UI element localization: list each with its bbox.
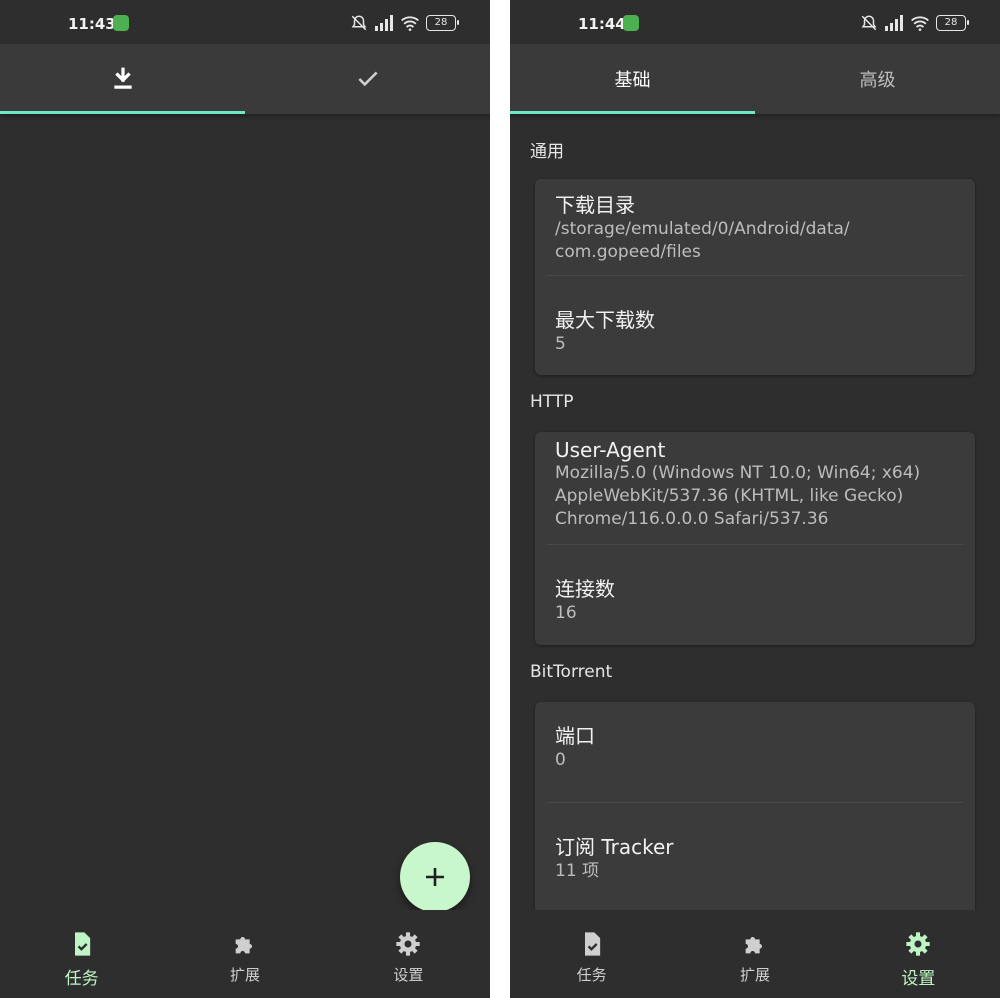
nav-item-settings[interactable]: 设置 <box>327 910 490 998</box>
puzzle-icon <box>745 937 762 954</box>
task-list <box>0 114 490 910</box>
card-bittorrent: 端口 0 订阅 Tracker 11 项 <box>535 702 975 910</box>
settings-tabs: 基础 高级 <box>510 44 1000 114</box>
tab-completed[interactable] <box>245 44 490 114</box>
status-icons: 28 <box>350 14 459 32</box>
section-title-http: HTTP <box>530 392 574 412</box>
tab-advanced[interactable]: 高级 <box>755 44 1000 114</box>
setting-title: 连接数 <box>555 577 615 601</box>
setting-value-line: /storage/emulated/0/Android/data/ <box>555 219 850 239</box>
settings-screen: 11:44 28 基础 高级 通用 下载目录 /storage/emulated… <box>510 0 1000 998</box>
nav-item-settings[interactable]: 设置 <box>837 910 1000 998</box>
setting-value-line: Mozilla/5.0 (Windows NT 10.0; Win64; x64… <box>555 463 921 483</box>
app-notification-icon <box>623 15 639 31</box>
setting-value-line: AppleWebKit/537.36 (KHTML, like Gecko) <box>555 486 904 506</box>
section-title-bittorrent: BitTorrent <box>530 662 613 682</box>
setting-value-line: Chrome/116.0.0.0 Safari/537.36 <box>555 509 829 529</box>
mute-icon <box>861 15 877 31</box>
setting-subscribe-tracker[interactable]: 订阅 Tracker 11 项 <box>535 803 975 883</box>
download-icon <box>113 67 132 89</box>
nav-label: 扩展 <box>739 966 770 984</box>
tab-downloading[interactable] <box>0 44 245 114</box>
task-tabs <box>0 44 490 114</box>
card-general: 下载目录 /storage/emulated/0/Android/data/ c… <box>535 179 975 375</box>
tab-basic[interactable]: 基础 <box>510 44 755 114</box>
nav-item-extensions[interactable]: 扩展 <box>163 910 326 998</box>
setting-title: 最大下载数 <box>555 308 655 332</box>
bottom-navigation: 任务 扩展 设置 <box>0 910 490 998</box>
task-icon <box>584 932 600 956</box>
setting-connections[interactable]: 连接数 16 <box>535 545 975 625</box>
nav-item-extensions[interactable]: 扩展 <box>673 910 836 998</box>
puzzle-icon <box>235 937 252 954</box>
setting-title: 端口 <box>555 724 595 748</box>
setting-value-line: 0 <box>555 750 566 770</box>
setting-download-dir[interactable]: 下载目录 /storage/emulated/0/Android/data/ c… <box>535 179 975 275</box>
wifi-icon <box>911 16 929 31</box>
bottom-navigation: 任务 扩展 设置 <box>510 910 1000 998</box>
setting-user-agent[interactable]: User-Agent Mozilla/5.0 (Windows NT 10.0;… <box>535 432 975 544</box>
setting-title: 订阅 Tracker <box>555 835 674 859</box>
battery-indicator: 28 <box>936 15 969 31</box>
task-icon <box>74 932 90 956</box>
battery-indicator: 28 <box>426 15 459 31</box>
signal-icon <box>375 15 393 31</box>
wifi-icon <box>401 16 419 31</box>
section-title-general: 通用 <box>530 142 564 162</box>
plus-icon <box>426 868 444 886</box>
nav-label: 扩展 <box>229 966 260 984</box>
nav-label: 任务 <box>576 966 607 984</box>
downloads-screen: 11:43 28 任务 扩展 设置 <box>0 0 490 998</box>
setting-max-downloads[interactable]: 最大下载数 5 <box>535 276 975 356</box>
setting-title: 下载目录 <box>555 193 635 217</box>
nav-item-tasks[interactable]: 任务 <box>0 910 163 998</box>
nav-label: 设置 <box>901 969 936 989</box>
add-task-button[interactable] <box>400 842 470 912</box>
signal-icon <box>885 15 903 31</box>
status-bar: 11:44 28 <box>510 0 1000 44</box>
status-time: 11:44 <box>578 15 626 33</box>
setting-value-line: 5 <box>555 334 566 354</box>
check-icon <box>357 71 378 87</box>
card-http: User-Agent Mozilla/5.0 (Windows NT 10.0;… <box>535 432 975 645</box>
setting-value-line: 11 项 <box>555 861 600 881</box>
setting-value-line: com.gopeed/files <box>555 242 701 262</box>
gear-icon <box>906 932 930 956</box>
setting-title: User-Agent <box>555 438 666 462</box>
status-time: 11:43 <box>68 15 116 33</box>
app-notification-icon <box>113 15 129 31</box>
status-icons: 28 <box>860 14 969 32</box>
setting-value-line: 16 <box>555 603 577 623</box>
status-bar: 11:43 28 <box>0 0 490 44</box>
mute-icon <box>351 15 367 31</box>
settings-list: 通用 下载目录 /storage/emulated/0/Android/data… <box>510 114 1000 910</box>
nav-label: 设置 <box>393 966 424 984</box>
nav-item-tasks[interactable]: 任务 <box>510 910 673 998</box>
nav-label: 任务 <box>64 969 99 989</box>
setting-port[interactable]: 端口 0 <box>535 702 975 802</box>
gear-icon <box>396 932 420 956</box>
